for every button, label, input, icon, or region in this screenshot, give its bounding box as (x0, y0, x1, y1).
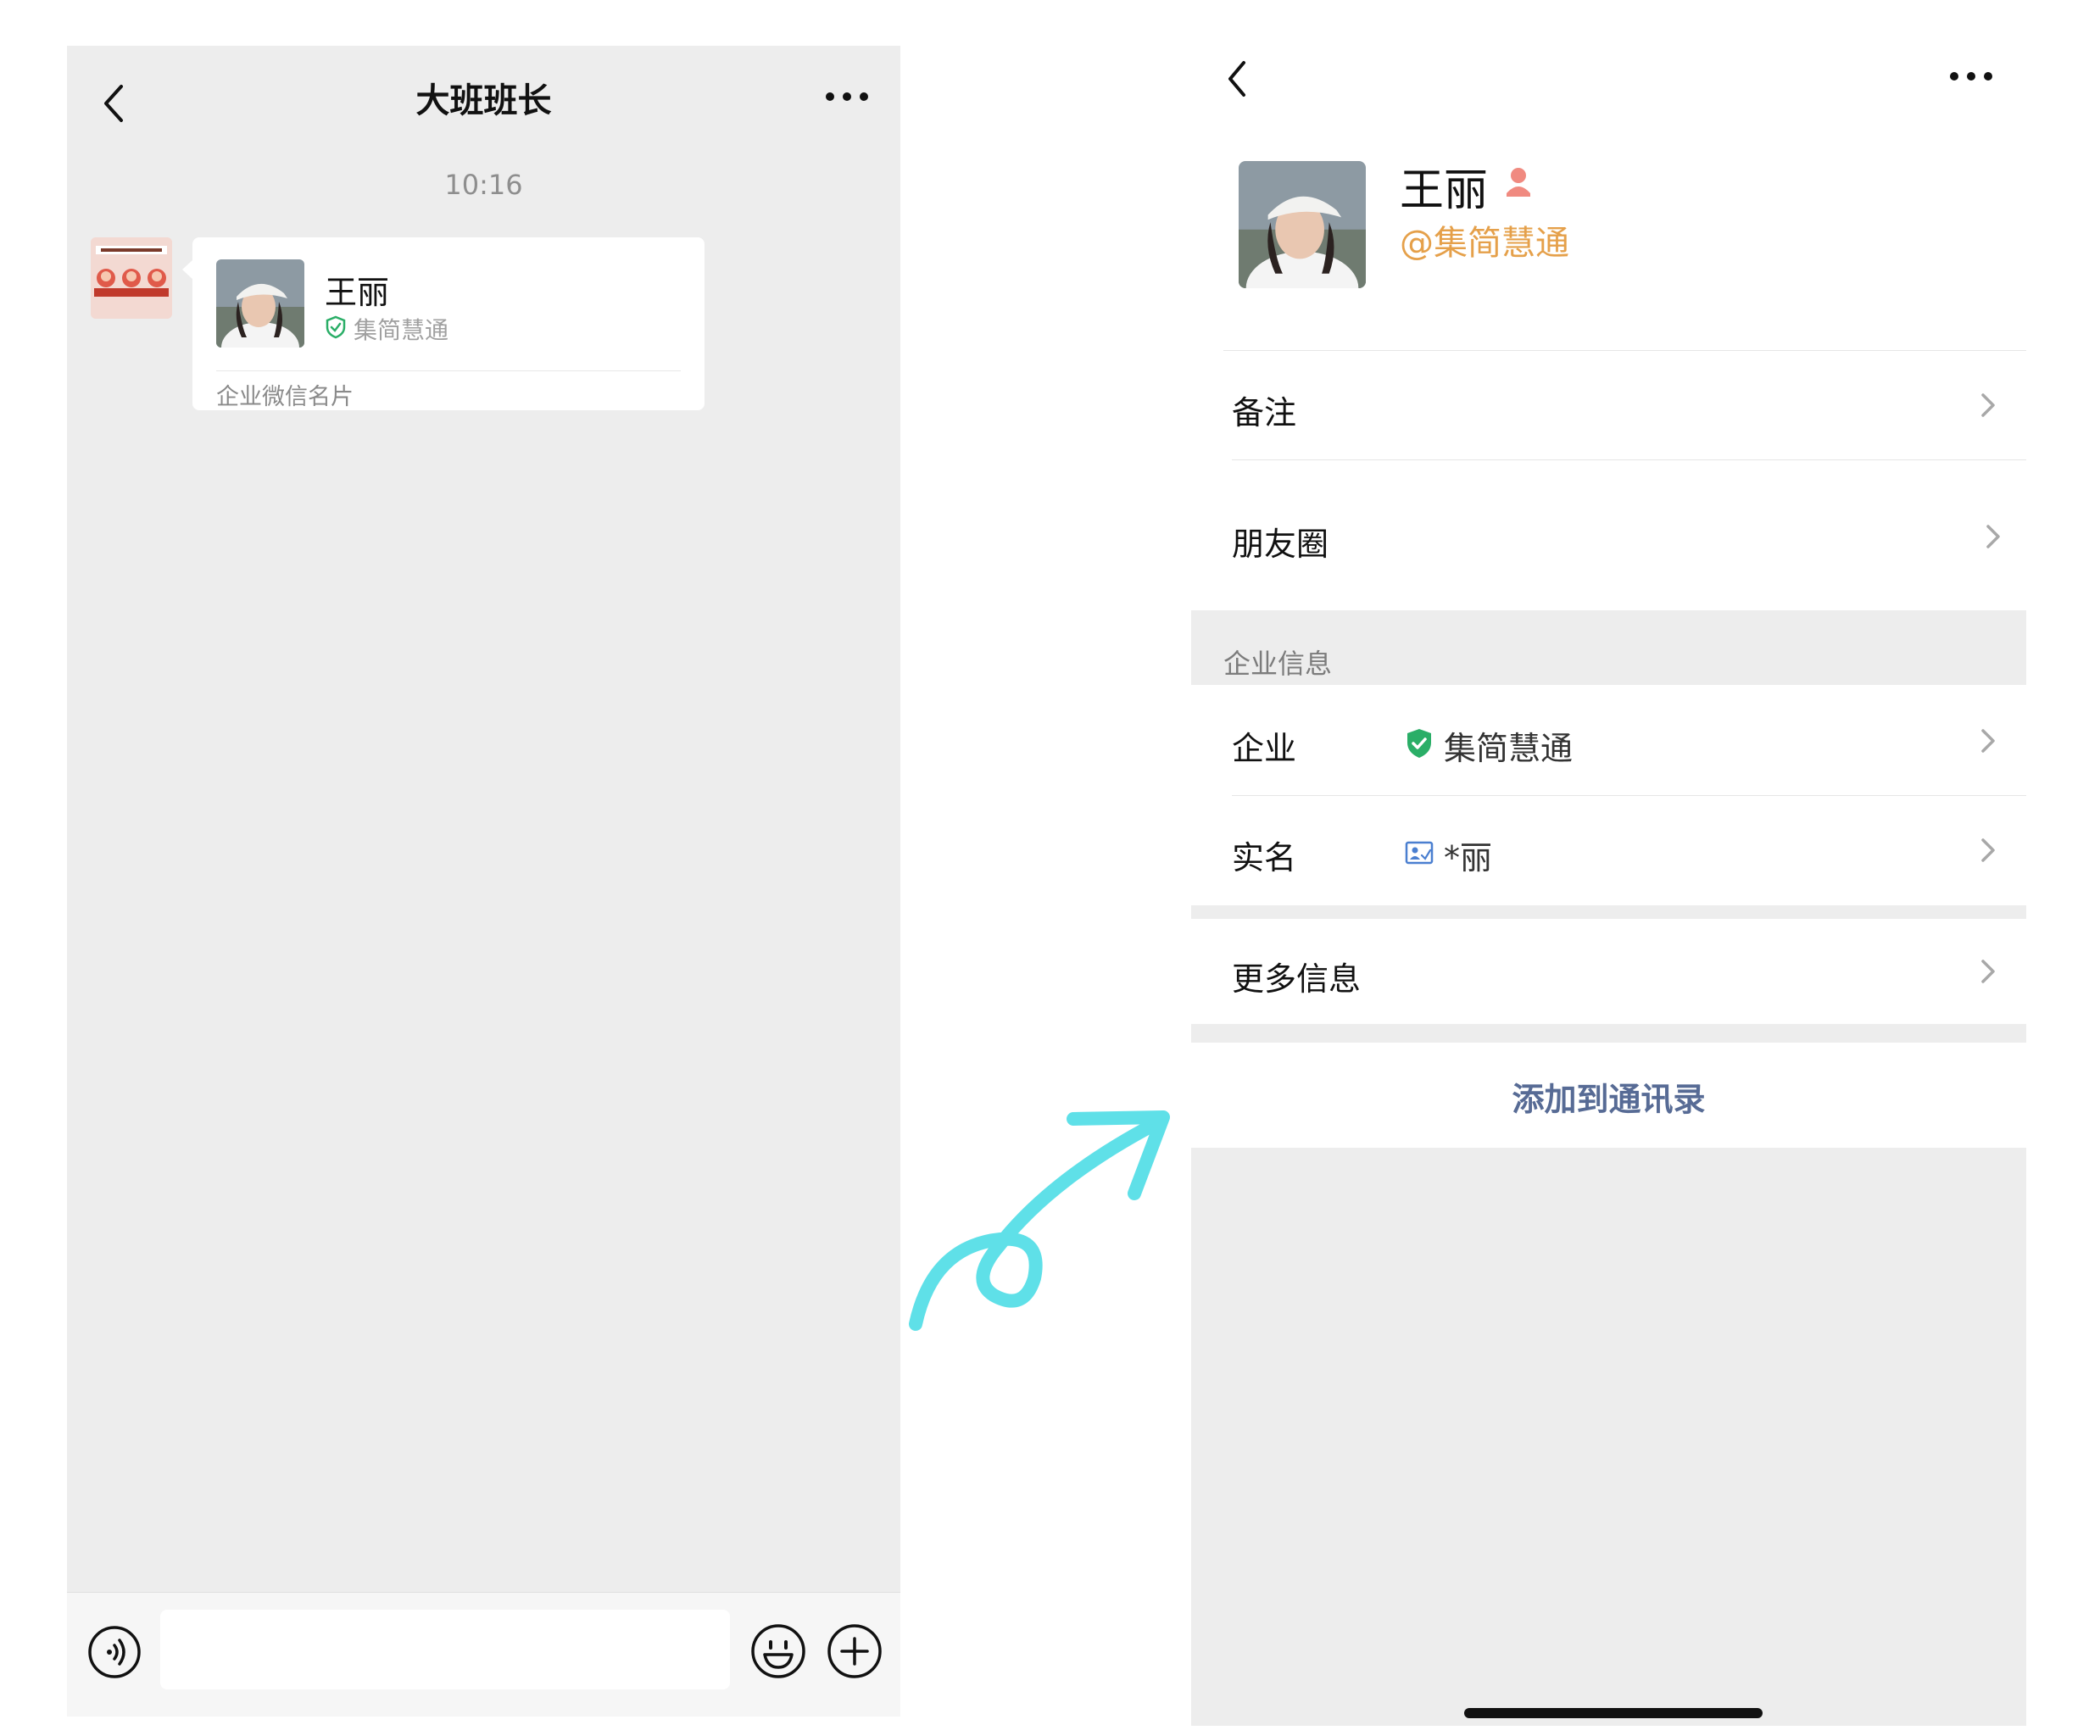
female-icon (1507, 168, 1530, 197)
chevron-right-icon (1981, 838, 1995, 862)
contact-card-message[interactable]: 王丽 集简慧通 企业微信名片 (192, 237, 705, 410)
profile-name: 王丽 (1400, 165, 1489, 216)
enterprise-section-header: 企业信息 (1191, 610, 2026, 685)
realname-label: 实名 (1232, 839, 1297, 876)
emoji-icon[interactable] (750, 1623, 806, 1679)
realname-value: *丽 (1444, 839, 1493, 876)
realname-row[interactable]: 实名 *丽 (1191, 796, 2026, 905)
moments-label: 朋友圈 (1232, 526, 1329, 563)
contact-company: 集简慧通 (354, 316, 449, 344)
company-label: 企业 (1232, 730, 1297, 767)
home-indicator (1464, 1708, 1763, 1718)
id-card-icon (1405, 841, 1434, 865)
enterprise-info-group: 企业 集简慧通 实名 *丽 (1191, 685, 2026, 905)
remark-label: 备注 (1232, 394, 1297, 431)
chevron-right-icon (1981, 960, 1995, 983)
message-input[interactable] (160, 1610, 730, 1689)
company-row[interactable]: 企业 集简慧通 (1191, 685, 2026, 795)
message-timestamp: 10:16 (444, 169, 523, 201)
more-info-label: 更多信息 (1232, 960, 1362, 998)
plus-icon[interactable] (827, 1623, 883, 1679)
company-value: 集简慧通 (1444, 730, 1574, 767)
more-icon[interactable] (1946, 59, 1997, 93)
chevron-right-icon (1986, 525, 2000, 548)
card-divider (216, 370, 681, 371)
contact-name: 王丽 (325, 274, 390, 311)
profile-header: 王丽 @集简慧通 备注 朋友圈 (1191, 0, 2026, 610)
moments-row[interactable]: 朋友圈 (1191, 460, 2026, 610)
chevron-right-icon (1981, 393, 1995, 417)
profile-avatar[interactable] (1239, 161, 1366, 288)
chevron-right-icon (1981, 729, 1995, 753)
chat-screen: 大班班长 10:16 王丽 集简慧通 企业微信名片 (67, 46, 900, 1717)
more-icon[interactable] (822, 80, 872, 114)
profile-screen: 王丽 @集简慧通 备注 朋友圈 企业信息 企业 集简慧通 实名 *丽 更多信息 … (1191, 0, 2026, 1726)
voice-icon[interactable] (87, 1625, 142, 1679)
add-contact-button[interactable]: 添加到通讯录 (1191, 1043, 2026, 1148)
sender-avatar[interactable] (91, 237, 172, 319)
curved-arrow-icon (909, 1110, 1170, 1331)
chat-title: 大班班长 (415, 81, 552, 120)
section-title: 企业信息 (1223, 648, 1333, 680)
contact-avatar (216, 259, 304, 348)
remark-row[interactable]: 备注 (1191, 351, 2026, 459)
back-icon[interactable] (1222, 58, 1256, 100)
profile-company-handle: @集简慧通 (1400, 224, 1569, 263)
chat-input-bar (67, 1592, 900, 1717)
verified-shield-icon (326, 315, 346, 339)
more-info-row[interactable]: 更多信息 (1191, 919, 2026, 1024)
verified-shield-icon (1407, 729, 1431, 758)
card-type-label: 企业微信名片 (216, 384, 354, 410)
add-contact-label: 添加到通讯录 (1512, 1081, 1706, 1118)
